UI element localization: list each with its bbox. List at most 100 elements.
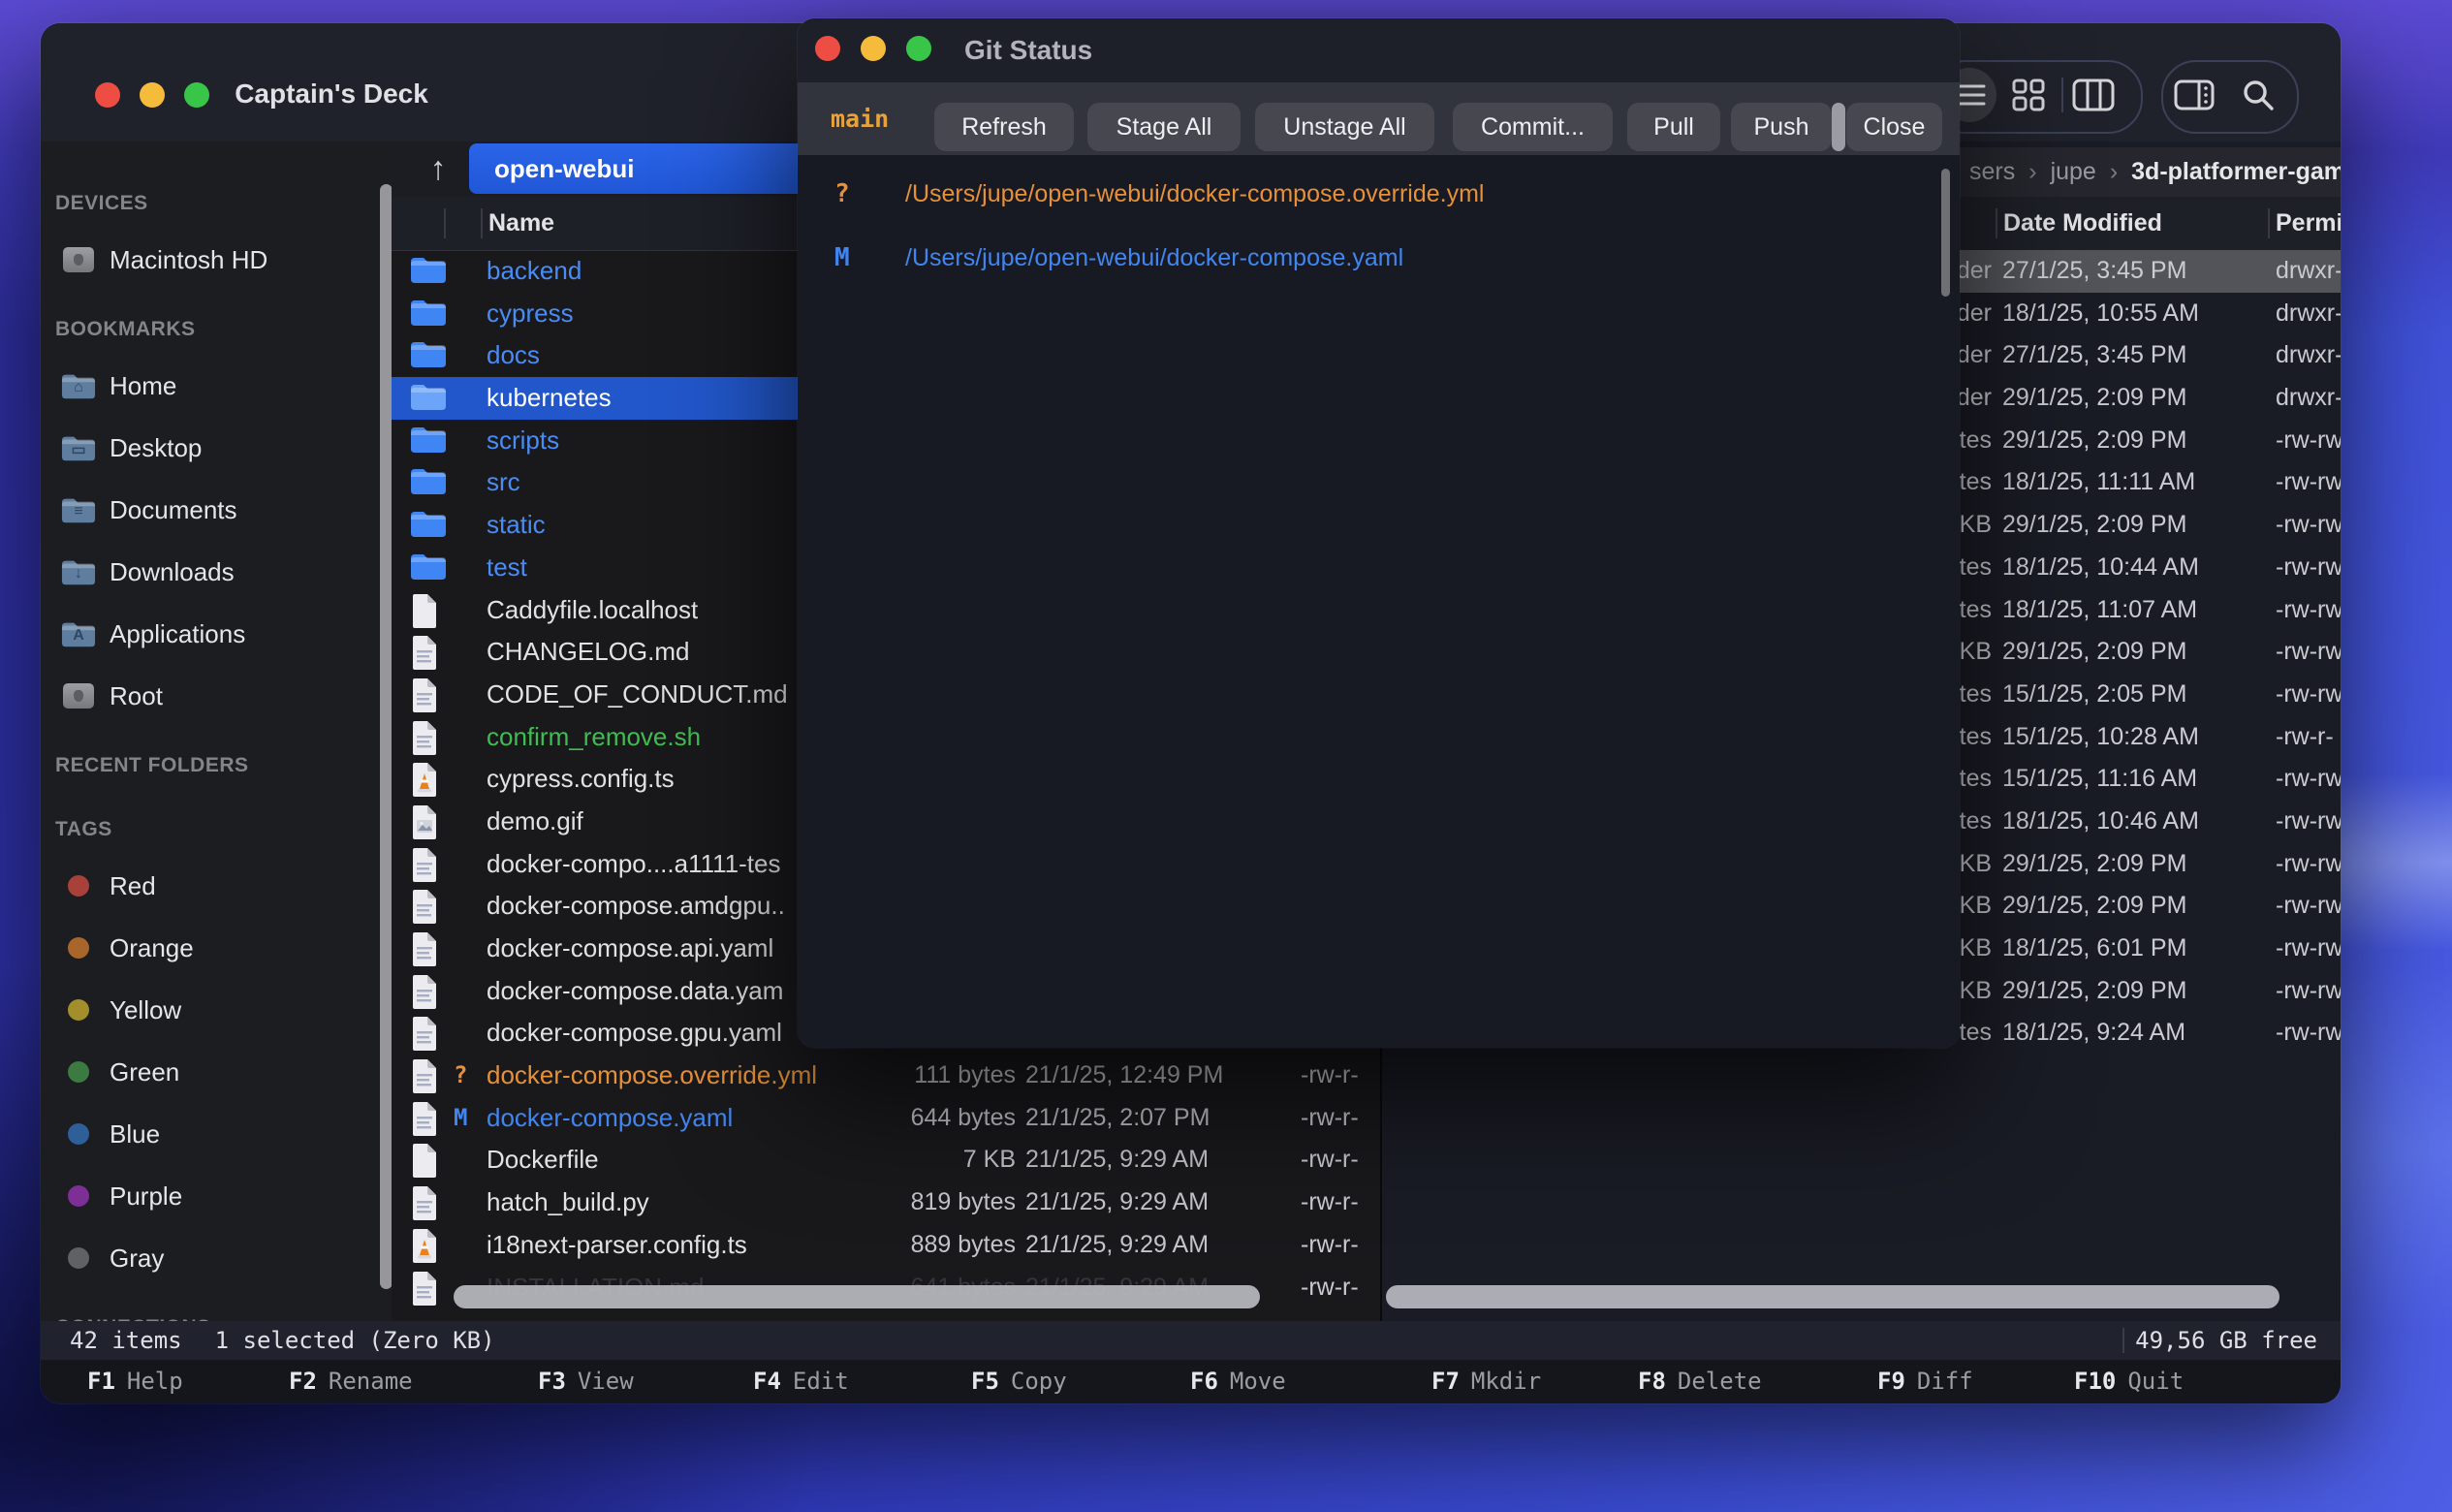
date-modified-column-header[interactable]: Date Modified [2003, 197, 2162, 250]
dialog-scrollbar[interactable] [1941, 169, 1950, 297]
sidebar-item-gray[interactable]: Gray [41, 1227, 392, 1289]
fn-key-label: F4 [753, 1368, 781, 1395]
breadcrumb-segment[interactable]: 3d-platformer-game [2131, 158, 2341, 185]
push-button[interactable]: Push [1731, 103, 1832, 151]
search-icon[interactable] [2231, 68, 2285, 122]
file-name: docker-compo....a1111-tes [487, 843, 780, 886]
file-permissions: -rw-rw [2276, 970, 2341, 1013]
breadcrumb-segment[interactable]: sers [1969, 158, 2015, 185]
horizontal-scrollbar-left[interactable] [454, 1285, 1260, 1308]
sidebar-item-desktop[interactable]: ▭Desktop [41, 417, 392, 479]
folder-glyph: ↓ [61, 556, 96, 591]
fn-key-label: F8 [1638, 1368, 1666, 1395]
sidebar-item-downloads[interactable]: ↓Downloads [41, 541, 392, 603]
unstage-all-button[interactable]: Unstage All [1255, 103, 1434, 151]
grid-view-icon[interactable] [2001, 68, 2056, 122]
file-row[interactable]: Dockerfile7 KB21/1/25, 9:29 AM-rw-r- [392, 1139, 1380, 1181]
fn-f3-view[interactable]: F3View [538, 1360, 634, 1403]
up-directory-button[interactable]: ↑ [417, 143, 459, 194]
file-row[interactable]: ?docker-compose.override.yml111 bytes21/… [392, 1055, 1380, 1097]
file-permissions: -rw-rw [2276, 589, 2341, 632]
folder-documents-icon: ≡ [61, 492, 96, 527]
pull-button[interactable]: Pull [1627, 103, 1720, 151]
breadcrumb-segment[interactable]: jupe [2051, 158, 2096, 185]
dialog-minimize-button[interactable] [861, 36, 886, 61]
permissions-column-header[interactable]: Permis [2276, 197, 2341, 250]
fn-key-label: F3 [538, 1368, 566, 1395]
sidebar-item-documents[interactable]: ≡Documents [41, 479, 392, 541]
tag-icon [61, 868, 96, 903]
sidebar-item-home[interactable]: ⌂Home [41, 355, 392, 417]
fn-f2-rename[interactable]: F2Rename [289, 1360, 413, 1403]
git-entry-row[interactable]: ?/Users/jupe/open-webui/docker-compose.o… [798, 162, 1960, 226]
sidebar-item-green[interactable]: Green [41, 1041, 392, 1103]
file-date: 15/1/25, 11:16 AM [2002, 758, 2197, 801]
fn-key-label: F5 [971, 1368, 999, 1395]
sidebar-item-orange[interactable]: Orange [41, 917, 392, 979]
folder-home-icon: ⌂ [61, 368, 96, 403]
sidebar-item-purple[interactable]: Purple [41, 1165, 392, 1227]
folder-glyph: ⌂ [61, 370, 96, 405]
sidebar-item-blue[interactable]: Blue [41, 1103, 392, 1165]
file-date: 18/1/25, 10:55 AM [2002, 293, 2199, 335]
close-button[interactable]: Close [1846, 103, 1942, 151]
name-column-header[interactable]: Name [488, 197, 554, 250]
function-key-bar: F1Help F2Rename F3View F4Edit F5 Copy F6Move F7… [41, 1360, 2341, 1403]
horizontal-scrollbar-right[interactable] [1386, 1285, 2279, 1308]
tag-dot [68, 1061, 89, 1083]
chevron-right-icon: › [2110, 158, 2118, 185]
fn-f7-mkdir[interactable]: F7Mkdir [1431, 1360, 1541, 1403]
folder-icon [410, 508, 447, 543]
close-button[interactable] [95, 82, 120, 108]
fn-f9-diff[interactable]: F9Diff [1877, 1360, 1973, 1403]
dialog-zoom-button[interactable] [906, 36, 931, 61]
fn-action-label: Delete [1678, 1368, 1762, 1395]
file-icon [410, 762, 447, 797]
file-row[interactable]: Mdocker-compose.yaml644 bytes21/1/25, 2:… [392, 1097, 1380, 1140]
selection-status: 1 selected (Zero KB) [215, 1327, 495, 1354]
current-folder-tab[interactable]: open-webui [469, 143, 818, 194]
fn-key-label: F1 [87, 1368, 115, 1395]
refresh-button[interactable]: Refresh [934, 103, 1074, 151]
statusbar-divider [2122, 1328, 2124, 1353]
column-tick [444, 208, 446, 238]
stage-all-button[interactable]: Stage All [1087, 103, 1241, 151]
file-name: docker-compose.gpu.yaml [487, 1012, 782, 1055]
file-date: 29/1/25, 2:09 PM [2002, 377, 2186, 420]
fn-f1-help[interactable]: F1Help [87, 1360, 183, 1403]
sidebar-item-applications[interactable]: AApplications [41, 603, 392, 665]
fn-f6-move[interactable]: F6Move [1190, 1360, 1286, 1403]
items-count: 42 items [70, 1327, 182, 1354]
column-view-icon[interactable] [2066, 68, 2121, 122]
git-entry-row[interactable]: M/Users/jupe/open-webui/docker-compose.y… [798, 226, 1960, 290]
file-row[interactable]: i18next-parser.config.ts889 bytes21/1/25… [392, 1224, 1380, 1267]
file-permissions: -rw-rw [2276, 758, 2341, 801]
folder-glyph: ▭ [61, 432, 96, 467]
sidebar-item-yellow[interactable]: Yellow [41, 979, 392, 1041]
minimize-button[interactable] [140, 82, 165, 108]
folder-downloads-icon: ↓ [61, 554, 96, 589]
sidebar-item-red[interactable]: Red [41, 855, 392, 917]
file-date: 21/1/25, 9:29 AM [1025, 1224, 1209, 1267]
sidebar-section-header: BOOKMARKS [41, 304, 392, 355]
sidebar-item-root[interactable]: Root [41, 665, 392, 727]
tag-dot [68, 1247, 89, 1269]
fn-f8-delete[interactable]: F8 Delete [1638, 1360, 1762, 1403]
fn-f10-quit[interactable]: F10Quit [2074, 1360, 2184, 1403]
sidebar-toggle-icon[interactable] [2167, 68, 2221, 122]
file-date: 15/1/25, 2:05 PM [2002, 674, 2186, 716]
file-icon [410, 1058, 447, 1093]
fn-f5-copy[interactable]: F5 Copy [971, 1360, 1067, 1403]
git-entry-path: /Users/jupe/open-webui/docker-compose.ov… [905, 162, 1485, 226]
fn-action-label: Quit [2127, 1368, 2184, 1395]
sidebar-scrollbar[interactable] [380, 184, 392, 1289]
file-permissions: -rw-r- [1301, 1267, 1359, 1309]
fn-f4-edit[interactable]: F4Edit [753, 1360, 849, 1403]
file-permissions: drwxr- [2276, 377, 2341, 420]
file-row[interactable]: hatch_build.py819 bytes21/1/25, 9:29 AM-… [392, 1181, 1380, 1224]
fn-action-label: Copy [1011, 1368, 1067, 1395]
dialog-close-button[interactable] [815, 36, 840, 61]
file-size: 644 bytes [779, 1097, 1016, 1140]
commit-button[interactable]: Commit... [1453, 103, 1613, 151]
sidebar-item-macintosh-hd[interactable]: Macintosh HD [41, 229, 392, 291]
